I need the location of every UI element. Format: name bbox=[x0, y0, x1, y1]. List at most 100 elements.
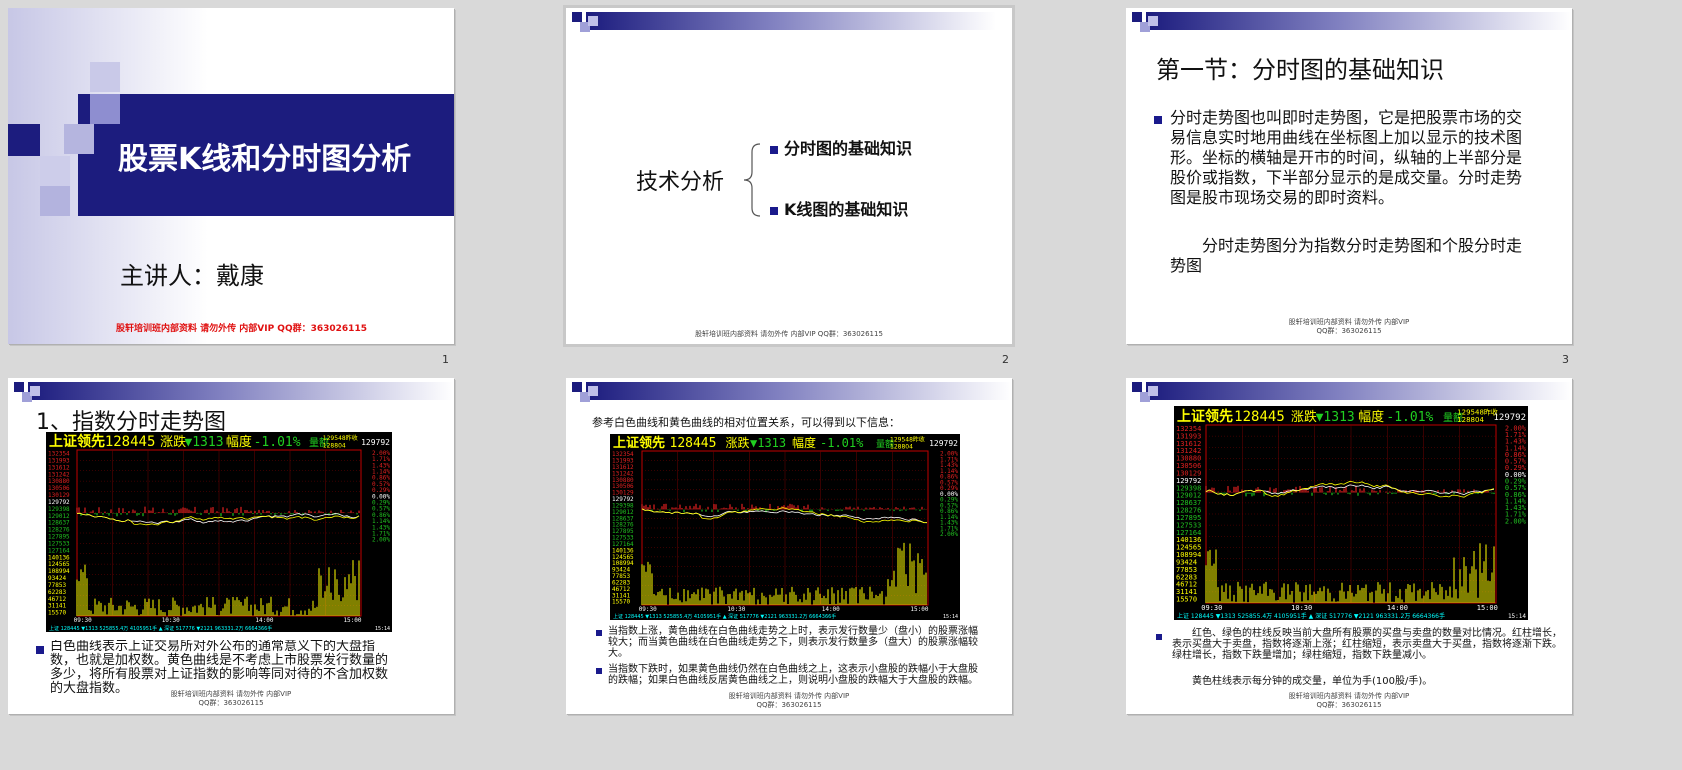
footer-line: QQ群：363026115 bbox=[1316, 327, 1382, 335]
bullet-icon bbox=[770, 206, 778, 215]
chart-header-change: ▼1313 bbox=[750, 436, 786, 450]
slide-3-thumbnail[interactable]: 第一节：分时图的基础知识 分时走势图也叫即时走势图，它是把股票市场的交易信息实时… bbox=[1126, 8, 1572, 344]
slide-number: 2 bbox=[1002, 353, 1009, 366]
chart-header-top-right: 129792 bbox=[1493, 413, 1526, 423]
chart-header-pct: -1.01% bbox=[820, 436, 864, 450]
header-band bbox=[586, 382, 1012, 400]
deco-square bbox=[1148, 386, 1158, 396]
chart-header-pct: -1.01% bbox=[254, 435, 301, 450]
list-item: K线图的基础知识 bbox=[770, 196, 908, 220]
slide-5-thumbnail[interactable]: 参考白色曲线和黄色曲线的相对位置关系，可以得到以下信息： 上证领先 128445 涨… bbox=[566, 378, 1012, 714]
bullet-icon bbox=[36, 646, 44, 654]
header-band bbox=[28, 382, 454, 400]
bullet-text: 黄色柱线表示每分钟的成交量，单位为手(100股/手)。 bbox=[1192, 676, 1433, 687]
weighted-index-line bbox=[76, 512, 360, 524]
chart-header-value: 128445 bbox=[105, 434, 156, 450]
footer: 股轩培训班内部资料 请勿外传 内部VIP QQ群：363026115 bbox=[116, 324, 367, 334]
bullet-icon bbox=[596, 630, 602, 636]
chart-header-pct: -1.01% bbox=[1386, 410, 1433, 425]
deco-square bbox=[64, 124, 94, 154]
intraday-chart: 上证领先 128445 涨跌 ▼1313 幅度 -1.01% 量额 129548昨收 12880… bbox=[46, 432, 392, 632]
axis-tick-time: 09:30 bbox=[74, 617, 92, 624]
chart-header-pct-label: 幅度 bbox=[792, 435, 816, 450]
chart-header-pct-label: 幅度 bbox=[1358, 409, 1384, 425]
intraday-chart: 上证领先 128445 涨跌 ▼1313 幅度 -1.01% 量额 129548昨收 12880… bbox=[1174, 406, 1528, 620]
header-band bbox=[1146, 12, 1572, 30]
chart-header-change-label: 涨跌 bbox=[726, 435, 750, 450]
status-time: 15:14 bbox=[943, 614, 958, 620]
deco-square bbox=[8, 124, 40, 156]
bullet-icon bbox=[1156, 634, 1162, 640]
axis-tick-right: 2.00% bbox=[940, 531, 958, 538]
chart-header-side: 129548昨收 bbox=[890, 436, 925, 444]
axis-tick-time: 15:00 bbox=[343, 617, 361, 624]
slide-title: 第一节：分时图的基础知识 bbox=[1156, 56, 1444, 84]
footer-line: QQ群：363026115 bbox=[198, 699, 264, 707]
status-text: 上证 128445 ▼1313 525855.4万 4105951手 ▲ 深证 … bbox=[49, 625, 272, 632]
chart-header-title: 上证领先 bbox=[613, 435, 665, 451]
status-text: 上证 128445 ▼1313 525855.4万 4105951手 ▲ 深证 … bbox=[613, 613, 836, 620]
deco-square bbox=[588, 16, 598, 26]
axis-tick-left: 15570 bbox=[1176, 596, 1197, 604]
unweighted-index-line bbox=[1205, 480, 1495, 498]
bullet-icon bbox=[770, 145, 778, 154]
status-time: 15:14 bbox=[375, 626, 390, 632]
status-text: 上证 128445 ▼1313 525855.4万 4105951手 ▲ 深证 … bbox=[1177, 612, 1445, 620]
chart-header-change-label: 涨跌 bbox=[160, 434, 186, 450]
deco-square bbox=[588, 386, 598, 396]
footer-line: 股轩培训班内部资料 请勿外传 内部VIP bbox=[728, 692, 850, 700]
status-time: 15:14 bbox=[1508, 613, 1526, 620]
deco-square bbox=[1132, 382, 1142, 392]
deco-square bbox=[90, 94, 120, 124]
unweighted-index-line bbox=[76, 512, 360, 526]
deco-square bbox=[572, 12, 582, 22]
deco-square bbox=[14, 382, 24, 392]
deco-square bbox=[572, 382, 582, 392]
deco-square bbox=[30, 386, 40, 396]
footer-line: QQ群：363026115 bbox=[1316, 701, 1382, 709]
axis-tick-right: 2.00% bbox=[1505, 517, 1527, 525]
axis-tick-time: 10:30 bbox=[162, 617, 180, 624]
chart-header-side: 129548昨收 bbox=[323, 434, 358, 442]
list-item: 分时图的基础知识 bbox=[770, 135, 912, 159]
slide-6-thumbnail[interactable]: 上证领先 128445 涨跌 ▼1313 幅度 -1.01% 量额 129548昨收 12880… bbox=[1126, 378, 1572, 714]
body-text: 分时走势图也叫即时走势图，它是把股票市场的交易信息实时地用曲线在坐标图上加以显示… bbox=[1170, 108, 1523, 207]
axis-tick-left: 15570 bbox=[612, 599, 630, 606]
bullet-icon bbox=[1154, 116, 1162, 124]
axis-tick-left: 15570 bbox=[48, 610, 66, 617]
presenter: 主讲人：戴康 bbox=[120, 262, 264, 290]
intro-text: 参考白色曲线和黄色曲线的相对位置关系，可以得到以下信息： bbox=[592, 416, 900, 429]
bullet-text: 红色、绿色的柱线反映当前大盘所有股票的买盘与卖盘的数量对比情况。红柱增长，表示买… bbox=[1172, 628, 1562, 661]
axis-tick-right: 2.00% bbox=[372, 537, 390, 544]
deco-square bbox=[40, 156, 70, 186]
chart-header-side: 128804 bbox=[323, 442, 346, 449]
footer-line: QQ群：363026115 bbox=[756, 701, 822, 709]
slide-number: 1 bbox=[442, 353, 449, 366]
list-item-label: K线图的基础知识 bbox=[784, 200, 909, 219]
body-text-2: 分时走势图分为指数分时走势图和个股分时走势图 bbox=[1170, 236, 1523, 275]
chart-header-value: 128445 bbox=[1234, 409, 1285, 425]
footer: 股轩培训班内部资料 请勿外传 内部VIP QQ群：363026115 bbox=[566, 692, 1012, 710]
unweighted-index-line bbox=[641, 507, 928, 524]
intraday-chart: 上证领先 128445 涨跌 ▼1313 幅度 -1.01% 量额 129548昨收 12880… bbox=[610, 434, 960, 620]
chart-header-value: 128445 bbox=[670, 436, 717, 451]
chart-canvas: 上证领先128445涨跌▼1313幅度-1.01%量额129548昨收12880… bbox=[1174, 408, 1528, 620]
chart-canvas: 上证领先128445涨跌▼1313幅度-1.01%量额129548昨收12880… bbox=[46, 433, 392, 632]
deco-square bbox=[90, 62, 120, 92]
footer: 股轩培训班内部资料 请勿外传 内部VIP QQ群：363026115 bbox=[1126, 692, 1572, 710]
footer-line: 股轩培训班内部资料 请勿外传 内部VIP bbox=[170, 690, 292, 698]
chart-header-title: 上证领先 bbox=[49, 433, 105, 450]
footer-line: 股轩培训班内部资料 请勿外传 内部VIP bbox=[1288, 318, 1410, 326]
chart-header-top-right: 129792 bbox=[361, 438, 390, 447]
brace-icon bbox=[743, 143, 761, 217]
center-label: 技术分析 bbox=[636, 170, 725, 195]
slide-1-thumbnail[interactable]: 股票K线和分时图分析 主讲人：戴康 股轩培训班内部资料 请勿外传 内部VIP Q… bbox=[8, 8, 454, 344]
slide-number: 3 bbox=[1562, 353, 1569, 366]
chart-header-change: ▼1313 bbox=[1316, 410, 1355, 425]
slide-2-thumbnail[interactable]: 技术分析 分时图的基础知识 K线图的基础知识 股轩培训班内部资料 请勿外传 内部… bbox=[563, 5, 1015, 347]
chart-header-top-right: 129792 bbox=[929, 439, 958, 448]
chart-header-side: 128804 bbox=[1457, 416, 1484, 424]
slide-4-thumbnail[interactable]: 1、指数分时走势图 上证领先 128445 涨跌 ▼1313 幅度 -1.01% 量额 129… bbox=[8, 378, 454, 714]
chart-header-pct-label: 幅度 bbox=[226, 434, 252, 450]
chart-header-change-label: 涨跌 bbox=[1291, 409, 1317, 425]
